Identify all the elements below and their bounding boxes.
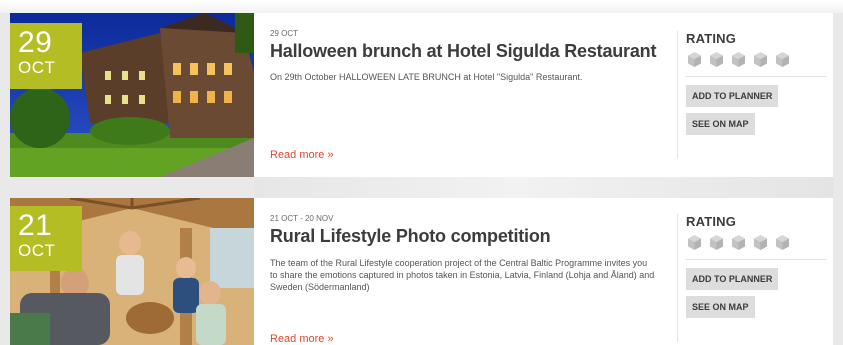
event-description: The team of the Rural Lifestyle cooperat…: [270, 257, 655, 293]
date-month: OCT: [18, 241, 56, 260]
event-content: 21 OCT - 20 NOV Rural Lifestyle Photo co…: [270, 198, 670, 345]
rating-cubes[interactable]: [686, 234, 826, 260]
rating-cube-icon[interactable]: [708, 51, 725, 68]
event-title[interactable]: Halloween brunch at Hotel Sigulda Restau…: [270, 41, 656, 62]
event-description: On 29th October HALLOWEEN LATE BRUNCH at…: [270, 72, 583, 82]
rating-cube-icon[interactable]: [752, 234, 769, 251]
event-card: 29 OCT 29 OCT Halloween brunch at Hotel …: [10, 13, 833, 177]
event-date-range: 21 OCT - 20 NOV: [270, 214, 334, 223]
add-to-planner-button[interactable]: ADD TO PLANNER: [686, 85, 779, 107]
date-month: OCT: [18, 58, 56, 77]
rating-cube-icon[interactable]: [752, 51, 769, 68]
read-more-link[interactable]: Read more »: [270, 149, 334, 161]
date-day: 21: [18, 209, 53, 242]
rating-label: RATING: [686, 214, 737, 229]
rating-cube-icon[interactable]: [708, 234, 725, 251]
rating-cube-icon[interactable]: [730, 234, 747, 251]
rating-cube-icon[interactable]: [686, 234, 703, 251]
rating-label: RATING: [686, 31, 737, 46]
date-day: 29: [18, 26, 53, 59]
date-badge: 29 OCT: [10, 23, 82, 89]
see-on-map-button[interactable]: SEE ON MAP: [686, 113, 755, 135]
rating-panel: RATING ADD TO PLANNER SEE ON MAP: [677, 31, 827, 159]
event-date-range: 29 OCT: [270, 29, 299, 38]
add-to-planner-button[interactable]: ADD TO PLANNER: [686, 268, 779, 290]
rating-cube-icon[interactable]: [774, 51, 791, 68]
rating-cubes[interactable]: [686, 51, 826, 77]
description-fade: [485, 280, 655, 293]
date-badge: 21 OCT: [10, 206, 82, 271]
rating-cube-icon[interactable]: [686, 51, 703, 68]
read-more-link[interactable]: Read more »: [270, 333, 334, 345]
event-title[interactable]: Rural Lifestyle Photo competition: [270, 226, 551, 247]
top-divider: [0, 0, 843, 13]
rating-cube-icon[interactable]: [730, 51, 747, 68]
see-on-map-button[interactable]: SEE ON MAP: [686, 296, 755, 318]
event-content: 29 OCT Halloween brunch at Hotel Sigulda…: [270, 13, 670, 177]
event-card: 21 OCT 21 OCT - 20 NOV Rural Lifestyle P…: [10, 198, 833, 345]
rating-cube-icon[interactable]: [774, 234, 791, 251]
rating-panel: RATING ADD TO PLANNER SEE ON MAP: [677, 214, 827, 342]
event-separator: [254, 177, 834, 198]
